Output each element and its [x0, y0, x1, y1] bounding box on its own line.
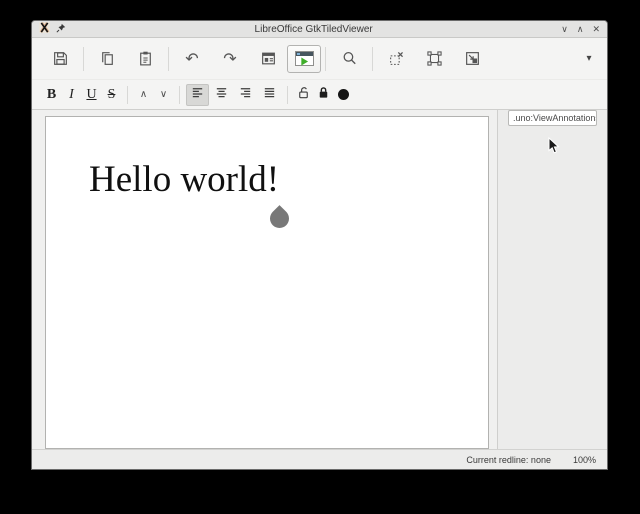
paste-button[interactable] — [126, 42, 164, 76]
redline-status: Current redline: none — [466, 455, 551, 465]
presentation-button[interactable] — [287, 45, 321, 73]
zoom-icon — [464, 50, 481, 67]
align-right-icon — [238, 85, 253, 105]
bullet-button[interactable] — [334, 84, 353, 106]
deselect-button[interactable] — [377, 42, 415, 76]
undo-icon: ↶ — [185, 51, 198, 67]
mouse-pointer-icon — [548, 137, 560, 160]
close-window-button[interactable]: ✕ — [592, 21, 600, 38]
align-justify-button[interactable] — [258, 84, 281, 106]
zoom-button[interactable] — [453, 42, 491, 76]
maximize-window-button[interactable]: ∧ — [577, 21, 584, 38]
align-left-button[interactable] — [186, 84, 209, 106]
main-toolbar: ↶ ↷ — [32, 38, 607, 80]
toolbar-separator — [372, 47, 373, 71]
uno-command-input[interactable]: .uno:ViewAnnotations — [508, 110, 597, 126]
italic-button[interactable]: I — [62, 84, 81, 106]
toolbar-separator — [179, 86, 180, 104]
content-area: Hello world! .uno:ViewAnnotations — [32, 109, 607, 449]
document-viewport: Hello world! — [32, 110, 498, 449]
search-button[interactable] — [330, 42, 368, 76]
toolbar-separator — [83, 47, 84, 71]
toolbar-separator — [325, 47, 326, 71]
toolbar-separator — [287, 86, 288, 104]
undo-button[interactable]: ↶ — [173, 42, 211, 76]
transform-frame-icon — [426, 50, 443, 67]
filled-circle-icon — [338, 89, 349, 100]
window-title: LibreOffice GtkTiledViewer — [72, 21, 555, 38]
transform-frame-button[interactable] — [415, 42, 453, 76]
toolbar-separator — [168, 47, 169, 71]
save-icon — [52, 50, 69, 67]
subscript-button[interactable]: ∨ — [154, 84, 173, 106]
underline-button[interactable]: U — [82, 84, 101, 106]
align-right-button[interactable] — [234, 84, 257, 106]
titlebar[interactable]: LibreOffice GtkTiledViewer ∨ ∧ ✕ — [32, 21, 607, 38]
copy-icon — [99, 50, 116, 67]
format-toolbar: B I U S ∧ ∨ — [32, 80, 607, 109]
bold-button[interactable]: B — [42, 84, 61, 106]
superscript-button[interactable]: ∧ — [134, 84, 153, 106]
side-panel: .uno:ViewAnnotations — [498, 110, 607, 449]
titlebar-app-icons — [39, 20, 66, 38]
toolbar-separator — [127, 86, 128, 104]
view-comments-button[interactable] — [249, 42, 287, 76]
lock-open-icon — [296, 85, 311, 105]
window-controls: ∨ ∧ ✕ — [561, 21, 600, 38]
lock-button[interactable] — [314, 84, 333, 106]
app-window: LibreOffice GtkTiledViewer ∨ ∧ ✕ — [31, 20, 608, 470]
unlock-button[interactable] — [294, 84, 313, 106]
lock-closed-icon — [316, 85, 331, 105]
copy-button[interactable] — [88, 42, 126, 76]
desktop-background: LibreOffice GtkTiledViewer ∨ ∧ ✕ — [0, 0, 640, 514]
search-icon — [341, 50, 358, 67]
deselect-icon — [388, 50, 405, 67]
strikethrough-button[interactable]: S — [102, 84, 121, 106]
document-text[interactable]: Hello world! — [89, 161, 279, 198]
text-cursor-handle[interactable] — [266, 205, 293, 232]
zoom-level: 100% — [573, 455, 596, 465]
x11-logo-icon — [39, 20, 50, 38]
document-page[interactable]: Hello world! — [45, 116, 489, 449]
view-comments-icon — [260, 50, 277, 67]
redo-icon: ↷ — [223, 51, 236, 67]
statusbar: Current redline: none 100% — [32, 449, 607, 469]
redo-button[interactable]: ↷ — [211, 42, 249, 76]
align-center-icon — [214, 85, 229, 105]
paste-icon — [137, 50, 154, 67]
toolbar-overflow-button[interactable]: ▾ — [580, 53, 598, 64]
save-button[interactable] — [41, 42, 79, 76]
pin-icon — [56, 20, 66, 38]
align-left-icon — [190, 85, 205, 105]
align-justify-icon — [262, 85, 277, 105]
shade-window-button[interactable]: ∨ — [561, 21, 568, 38]
align-center-button[interactable] — [210, 84, 233, 106]
presentation-icon — [295, 51, 314, 66]
